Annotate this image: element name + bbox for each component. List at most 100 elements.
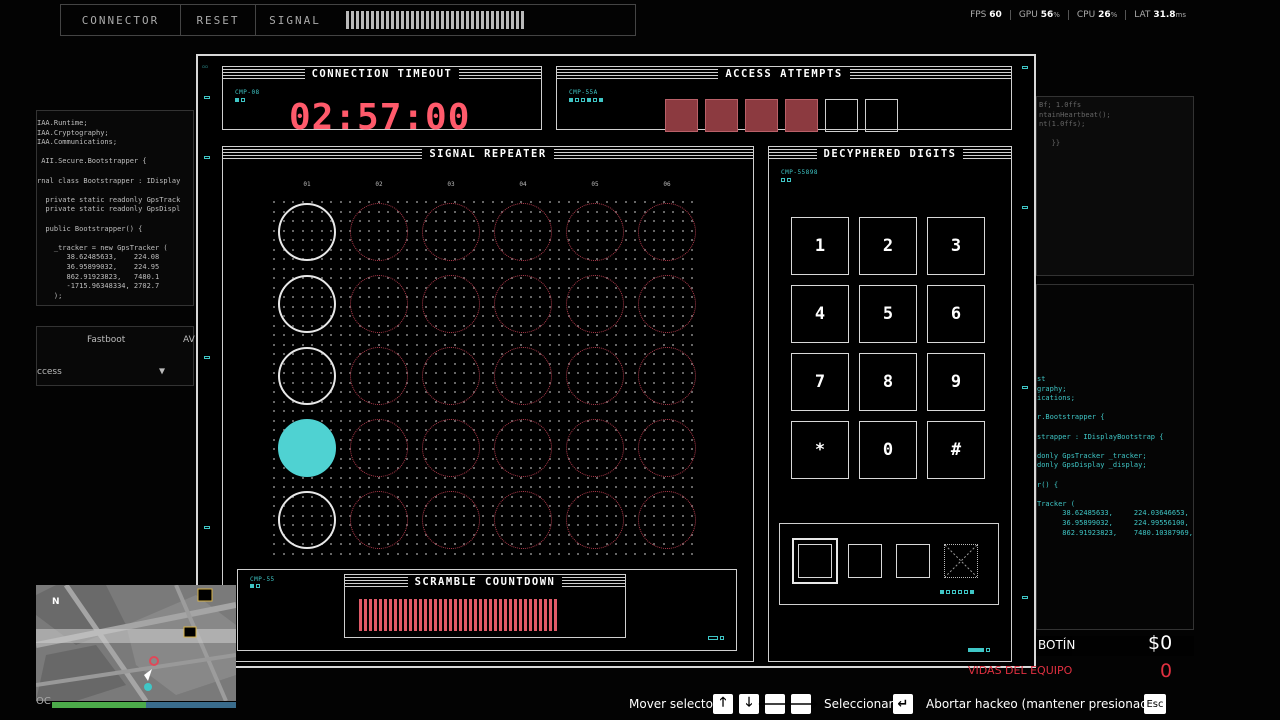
keypad-key-6[interactable]: 6 <box>927 285 985 343</box>
signal-node[interactable] <box>422 203 480 261</box>
grid-dot <box>501 258 503 260</box>
signal-node[interactable] <box>638 419 696 477</box>
scramble-segment <box>474 599 477 631</box>
grid-dot <box>653 552 655 555</box>
signal-node-lit[interactable] <box>278 275 336 333</box>
grid-dot <box>548 476 551 479</box>
grid-dot <box>396 419 399 422</box>
signal-node[interactable] <box>566 419 624 477</box>
grid-dot <box>425 476 427 479</box>
grid-dot <box>282 410 285 412</box>
grid-dot <box>691 476 693 479</box>
signal-node[interactable] <box>422 419 480 477</box>
grid-dot <box>415 524 418 526</box>
grid-dot <box>501 476 503 479</box>
signal-node[interactable] <box>350 275 408 333</box>
grid-dot <box>273 438 275 441</box>
signal-node[interactable] <box>494 347 552 405</box>
keypad-key-7[interactable]: 7 <box>791 353 849 411</box>
keypad-key-star[interactable]: * <box>791 421 849 479</box>
signal-node[interactable] <box>494 275 552 333</box>
signal-node-lit[interactable] <box>278 491 336 549</box>
signal-tab[interactable]: SIGNAL <box>256 5 334 35</box>
code-line: ntainHeartbeat(); <box>1039 110 1111 119</box>
grid-dot <box>320 267 323 270</box>
grid-dot <box>501 410 503 412</box>
grid-dot <box>567 429 570 431</box>
grid-dot <box>387 334 389 336</box>
fastboot-label[interactable]: Fastboot <box>87 335 125 345</box>
signal-node[interactable] <box>566 203 624 261</box>
signal-node[interactable] <box>566 491 624 549</box>
signal-node[interactable] <box>350 419 408 477</box>
scramble-segment <box>539 599 542 631</box>
grid-dot <box>358 267 361 270</box>
grid-dot <box>634 495 636 498</box>
keypad-key-2[interactable]: 2 <box>859 217 917 275</box>
signal-node[interactable] <box>638 275 696 333</box>
grid-dot <box>548 429 551 431</box>
grid-dot <box>558 239 560 241</box>
grid-dot <box>415 419 418 422</box>
grid-dot <box>634 391 636 393</box>
signal-node[interactable] <box>638 347 696 405</box>
signal-node[interactable] <box>566 347 624 405</box>
signal-node[interactable] <box>422 275 480 333</box>
grid-dot <box>634 467 636 469</box>
grid-dot <box>558 533 560 536</box>
signal-node[interactable] <box>494 419 552 477</box>
lat-unit: ms <box>1175 11 1186 19</box>
code-line: ications; <box>1037 394 1075 403</box>
grid-dot <box>339 505 342 507</box>
grid-dot <box>406 324 408 327</box>
grid-dot <box>415 296 418 298</box>
access-dropdown-label[interactable]: ccess <box>37 367 62 377</box>
grid-dot <box>415 391 418 393</box>
signal-node[interactable] <box>566 275 624 333</box>
grid-dot <box>406 429 408 431</box>
signal-node[interactable] <box>422 347 480 405</box>
signal-node[interactable] <box>494 203 552 261</box>
signal-node[interactable] <box>494 491 552 549</box>
signal-node-active[interactable] <box>278 419 336 477</box>
signal-bar-segment <box>431 11 434 29</box>
signal-node[interactable] <box>350 203 408 261</box>
signal-node-lit[interactable] <box>278 203 336 261</box>
digit-slots-box <box>779 523 999 605</box>
connector-tab[interactable]: CONNECTOR <box>61 5 181 35</box>
signal-node[interactable] <box>638 203 696 261</box>
grid-dot <box>472 476 475 479</box>
signal-repeater-header: SIGNAL REPEATER <box>223 147 753 161</box>
grid-dot <box>339 372 342 374</box>
grid-dot <box>491 267 494 270</box>
grid-dot <box>453 267 456 270</box>
keypad-key-9[interactable]: 9 <box>927 353 985 411</box>
abort-hack-hint: Abortar hackeo (mantener presionado) <box>926 697 1160 711</box>
signal-node[interactable] <box>638 491 696 549</box>
grid-dot <box>349 210 351 213</box>
grid-dot <box>691 267 693 270</box>
grid-dot <box>273 486 275 488</box>
grid-dot <box>615 410 617 412</box>
grid-dot <box>320 552 323 555</box>
keypad-key-4[interactable]: 4 <box>791 285 849 343</box>
chevron-down-icon[interactable]: ▼ <box>159 366 165 377</box>
keypad-key-5[interactable]: 5 <box>859 285 917 343</box>
keypad-key-hash[interactable]: # <box>927 421 985 479</box>
signal-node[interactable] <box>350 491 408 549</box>
grid-dot <box>482 400 484 403</box>
keypad-key-0[interactable]: 0 <box>859 421 917 479</box>
grid-dot <box>273 334 275 336</box>
scramble-segment <box>434 599 437 631</box>
grid-dot <box>624 419 627 422</box>
keypad-key-1[interactable]: 1 <box>791 217 849 275</box>
keypad-key-3[interactable]: 3 <box>927 217 985 275</box>
grid-dot <box>349 343 351 346</box>
signal-node[interactable] <box>350 347 408 405</box>
grid-dot <box>444 410 446 412</box>
signal-node-lit[interactable] <box>278 347 336 405</box>
reset-tab[interactable]: RESET <box>181 5 256 35</box>
keypad-key-8[interactable]: 8 <box>859 353 917 411</box>
scramble-segment <box>439 599 442 631</box>
signal-node[interactable] <box>422 491 480 549</box>
